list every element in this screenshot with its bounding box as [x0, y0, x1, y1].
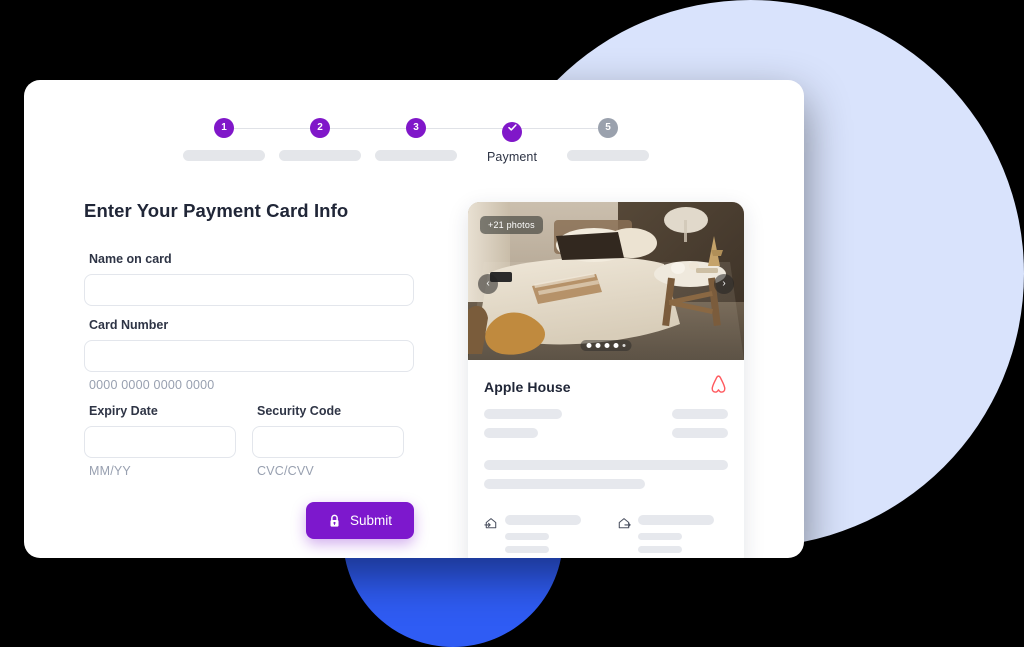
field-name-on-card: Name on card: [84, 252, 414, 306]
check-out-skeletons: [638, 515, 728, 558]
airbnb-logo-icon: [709, 374, 728, 400]
stepper-step-4-payment[interactable]: Payment: [467, 118, 557, 164]
security-code-input[interactable]: [252, 426, 404, 458]
card-number-hint: 0000 0000 0000 0000: [89, 378, 215, 392]
stepper-label-placeholder-1: [183, 150, 265, 161]
stepper-dot-4: [502, 122, 522, 142]
stepper-step-5[interactable]: 5: [563, 118, 653, 161]
skeleton-bar: [638, 515, 714, 525]
check-in-block: [484, 515, 595, 558]
stepper-connector-4: [512, 128, 607, 129]
carousel-dot[interactable]: [595, 343, 601, 348]
listing-details: [468, 515, 744, 558]
stepper-label-placeholder-5: [567, 150, 649, 161]
carousel-dots[interactable]: [580, 340, 632, 351]
stepper-step-1[interactable]: 1: [179, 118, 269, 161]
stepper-dot-2: 2: [310, 118, 330, 138]
stepper-dot-3: 3: [406, 118, 426, 138]
photo-count-badge[interactable]: +21 photos: [480, 216, 543, 234]
chevron-left-icon[interactable]: ‹: [478, 274, 498, 294]
progress-stepper: 1 2 3 Payment 5: [179, 118, 649, 173]
stepper-label-placeholder-2: [279, 150, 361, 161]
payment-form: Enter Your Payment Card Info Name on car…: [84, 200, 414, 539]
skeleton-bar: [638, 533, 682, 540]
carousel-dot[interactable]: [586, 343, 592, 348]
field-security-code: Security Code CVC/CVV: [252, 404, 404, 478]
submit-button-label: Submit: [349, 513, 392, 528]
checkout-panel: 1 2 3 Payment 5 Enter Your Payment Card …: [24, 80, 804, 558]
stepper-dot-1: 1: [214, 118, 234, 138]
stepper-connector-3: [416, 128, 511, 129]
expiry-date-input[interactable]: [84, 426, 236, 458]
field-expiry-date: Expiry Date MM/YY: [84, 404, 236, 478]
skeleton-bar: [484, 428, 538, 438]
listing-title: Apple House: [484, 379, 571, 395]
skeleton-bar: [672, 409, 728, 419]
page-background: 1 2 3 Payment 5 Enter Your Payment Card …: [0, 0, 1024, 647]
stepper-step-3[interactable]: 3: [371, 118, 461, 161]
listing-body: Apple House: [468, 360, 744, 489]
security-code-label: Security Code: [257, 404, 342, 418]
stepper-label-payment: Payment: [486, 150, 538, 164]
skeleton-bar: [505, 515, 581, 525]
carousel-dot[interactable]: [622, 344, 626, 347]
stepper-dot-5: 5: [598, 118, 618, 138]
chevron-right-icon[interactable]: ›: [714, 274, 734, 294]
card-number-input[interactable]: [84, 340, 414, 372]
lock-icon: [328, 514, 341, 528]
check-out-block: [617, 515, 728, 558]
check-icon: [502, 122, 522, 142]
expiry-date-label: Expiry Date: [89, 404, 158, 418]
listing-skeleton-row-1: [484, 409, 728, 419]
listing-header: Apple House: [484, 374, 728, 400]
skeleton-bar: [505, 533, 549, 540]
page-title: Enter Your Payment Card Info: [84, 200, 349, 221]
listing-card: +21 photos ‹ › Apple House: [468, 202, 744, 558]
security-code-hint: CVC/CVV: [257, 464, 314, 478]
skeleton-bar: [484, 409, 562, 419]
carousel-dot[interactable]: [613, 343, 619, 348]
skeleton-bar-wide-1: [484, 460, 728, 470]
name-on-card-input[interactable]: [84, 274, 414, 306]
field-card-number: Card Number 0000 0000 0000 0000: [84, 318, 414, 392]
skeleton-bar: [505, 546, 549, 553]
skeleton-bar: [638, 546, 682, 553]
card-number-label: Card Number: [89, 318, 169, 332]
check-in-skeletons: [505, 515, 595, 558]
expiry-date-hint: MM/YY: [89, 464, 131, 478]
listing-skeleton-row-2: [484, 428, 728, 438]
submit-row: Submit: [84, 502, 414, 539]
check-in-house-icon: [484, 515, 498, 558]
skeleton-bar-wide-2: [484, 479, 646, 489]
name-on-card-label: Name on card: [89, 252, 172, 266]
skeleton-bar: [672, 428, 728, 438]
stepper-connector-1: [224, 128, 319, 129]
check-out-house-icon: [617, 515, 631, 558]
stepper-connector-2: [320, 128, 415, 129]
stepper-label-placeholder-3: [375, 150, 457, 161]
carousel-dot[interactable]: [604, 343, 610, 348]
expiry-security-row: Expiry Date MM/YY Security Code CVC/CVV: [84, 404, 414, 478]
stepper-step-2[interactable]: 2: [275, 118, 365, 161]
listing-photo[interactable]: +21 photos ‹ ›: [468, 202, 744, 360]
submit-button[interactable]: Submit: [305, 502, 414, 539]
